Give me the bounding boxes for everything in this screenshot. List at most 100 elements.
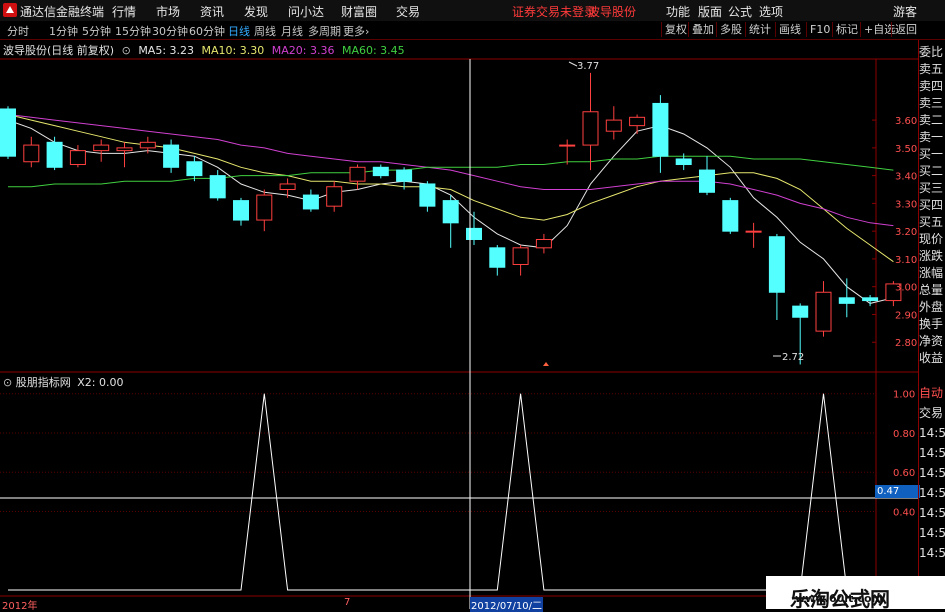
period-monthly[interactable]: 月线 <box>281 23 303 39</box>
sub-y-tick-label: 0.60 <box>893 468 915 479</box>
candle-body-up <box>69 150 86 166</box>
btn-fanhui[interactable]: 返回 <box>891 22 920 37</box>
quote-label: 买一 <box>919 147 944 161</box>
collapse-icon[interactable]: ⊙ <box>122 44 131 57</box>
candle-body-up <box>116 147 133 152</box>
x-axis-label-year: 2012年 <box>2 601 38 612</box>
menu-caifuquan[interactable]: 财富圈 <box>341 3 377 20</box>
menu-gongshi[interactable]: 公式 <box>728 3 752 20</box>
menu-wenxiaoda[interactable]: 问小达 <box>288 3 324 20</box>
candle-body-down <box>396 169 413 182</box>
quote-label: 卖一 <box>919 130 944 144</box>
sub-indicator <box>8 393 894 591</box>
quote-label: 买五 <box>919 215 944 229</box>
y-tick-label: 3.00 <box>895 283 917 294</box>
tick-time: 14:56 <box>919 486 945 500</box>
candle-body-down <box>838 297 855 304</box>
login-notice[interactable]: 证券交易未登录 <box>512 3 596 20</box>
period-more-label: 更多 <box>343 25 365 38</box>
candle-body-up <box>326 186 343 207</box>
candle-body-down <box>209 175 226 199</box>
candle-body-up <box>23 144 40 163</box>
main-chart-title: 波导股份(日线 前复权) <box>3 44 115 57</box>
title-bar: 通达信金融终端 行情 市场 资讯 发现 问小达 财富圈 交易 证券交易未登录 波… <box>0 0 945 22</box>
menu-banmian[interactable]: 版面 <box>698 3 722 20</box>
menu-shichang[interactable]: 市场 <box>156 3 180 20</box>
btn-duogu[interactable]: 多股 <box>716 22 745 37</box>
tick-time: 14:56 <box>919 526 945 540</box>
candle-body-down <box>372 166 389 177</box>
btn-f10[interactable]: F10 <box>806 22 833 37</box>
candle-body-up <box>745 230 762 233</box>
quote-label: 现价 <box>919 232 944 246</box>
ma20-label: MA20: 3.36 <box>271 44 335 57</box>
candle-body-down <box>792 305 809 318</box>
period-multi[interactable]: 多周期 <box>308 23 341 39</box>
menu-faxian[interactable]: 发现 <box>244 3 268 20</box>
candle-body-down <box>466 227 482 240</box>
x-axis-cursor-date: 2012/07/10/二 <box>470 597 544 612</box>
period-weekly[interactable]: 周线 <box>254 23 276 39</box>
candle-body-down <box>186 161 203 177</box>
tick-time: 14:56 <box>919 506 945 520</box>
period-more[interactable]: 更多› <box>343 23 369 39</box>
btn-diejia[interactable]: 叠加 <box>688 22 717 37</box>
ma10-label: MA10: 3.30 <box>201 44 265 57</box>
period-daily[interactable]: 日线 <box>228 23 250 39</box>
y-tick-label: 3.50 <box>895 144 917 155</box>
btn-biaoji[interactable]: 标记 <box>832 22 861 37</box>
candle-body-down <box>302 194 319 210</box>
annotation-high: 3.77 <box>577 61 599 72</box>
candle-body-up <box>256 194 273 221</box>
menu-gongneng[interactable]: 功能 <box>666 3 690 20</box>
kline-chart[interactable]: 3.60 3.50 3.40 3.30 3.20 3.10 3.00 2.90 2.80 1.00… <box>0 40 918 609</box>
ma60-label: MA60: 3.45 <box>341 44 405 57</box>
period-toolbar: 分时 1分钟 5分钟 15分钟 30分钟 60分钟 日线 周线 月线 多周期 更… <box>0 21 945 40</box>
candle-body-down <box>722 200 739 232</box>
tick-panel-header: 交易 <box>919 406 944 420</box>
period-30min[interactable]: 30分钟 <box>152 23 188 39</box>
user-label[interactable]: 游客 <box>893 3 917 20</box>
y-tick-label: 3.60 <box>895 116 917 127</box>
y-tick-label: 3.20 <box>895 227 917 238</box>
candlesticks <box>0 72 902 365</box>
candle-body-up <box>605 119 622 132</box>
sub-y-tick-label: 1.00 <box>893 390 915 401</box>
menu-zixun[interactable]: 资讯 <box>200 3 224 20</box>
sub-chart-title: 股朋指标网 <box>15 376 71 389</box>
period-fenshi[interactable]: 分时 <box>7 23 29 39</box>
btn-tongji[interactable]: 统计 <box>745 22 774 37</box>
tick-time: 14:56 <box>919 546 945 560</box>
sub-y-tick-label: 0.80 <box>893 429 915 440</box>
candle-body-up <box>279 183 296 191</box>
candle-body-up <box>629 116 646 127</box>
annotation-low: 2.72 <box>782 352 804 363</box>
candle-body-up <box>582 111 599 146</box>
quote-label: 净资 <box>919 334 944 348</box>
app-logo-icon <box>3 3 17 17</box>
period-60min[interactable]: 60分钟 <box>189 23 225 39</box>
event-marker-icon <box>543 362 549 366</box>
ma-line-ma60 <box>8 155 894 188</box>
menu-jiaoyi[interactable]: 交易 <box>396 3 420 20</box>
quote-label: 卖四 <box>919 79 944 93</box>
chevron-right-icon: › <box>365 25 370 38</box>
candle-body-up <box>349 166 366 182</box>
watermark-url: www.60lt.com <box>795 592 884 605</box>
btn-huaxian[interactable]: 画线 <box>775 22 804 37</box>
quote-label: 卖二 <box>919 113 944 127</box>
sub-collapse-icon[interactable]: ⊙ <box>3 376 12 389</box>
candle-body-down <box>442 200 459 224</box>
cursor-value-badge: 0.47 <box>875 485 920 498</box>
menu-hangqing[interactable]: 行情 <box>112 3 136 20</box>
tick-time: 14:56 <box>919 426 945 440</box>
period-15min[interactable]: 15分钟 <box>115 23 151 39</box>
menu-xuanxiang[interactable]: 选项 <box>759 3 783 20</box>
btn-fuquan[interactable]: 复权 <box>661 22 690 37</box>
period-1min[interactable]: 1分钟 <box>49 23 78 39</box>
quote-label: 买三 <box>919 181 944 195</box>
period-5min[interactable]: 5分钟 <box>82 23 111 39</box>
candle-body-down <box>652 102 669 157</box>
tick-panel-header: 自动 <box>919 386 944 400</box>
y-tick-label: 3.30 <box>895 199 917 210</box>
